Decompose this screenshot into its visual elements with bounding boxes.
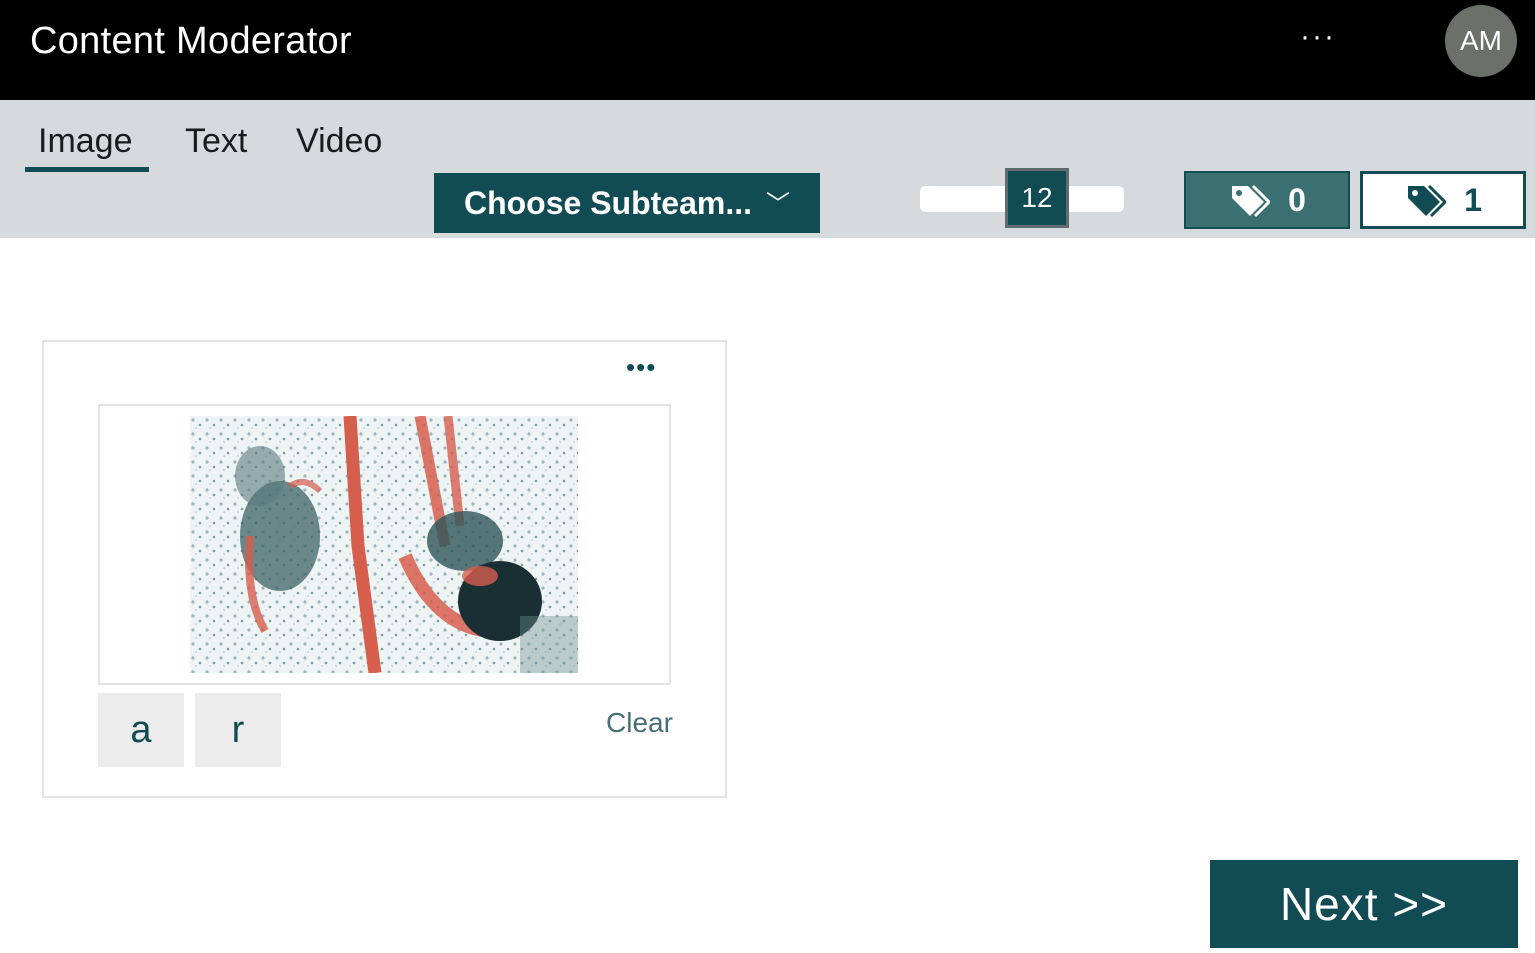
review-image[interactable] xyxy=(190,416,578,673)
tag-icon xyxy=(1228,182,1271,218)
untagged-count: 0 xyxy=(1288,181,1306,218)
app-title: Content Moderator xyxy=(30,20,352,62)
tab-image[interactable]: Image xyxy=(38,122,133,161)
tag-icon xyxy=(1404,182,1447,218)
tab-text[interactable]: Text xyxy=(185,122,247,161)
selected-tab-indicator xyxy=(25,167,149,172)
tag-key-r-button[interactable]: r xyxy=(195,693,281,767)
card-more-options-icon[interactable]: ••• xyxy=(626,354,656,380)
choose-subteam-dropdown[interactable]: Choose Subteam... ﹀ xyxy=(434,173,820,233)
tagged-filter-button[interactable]: 1 xyxy=(1360,171,1526,229)
subteam-label: Choose Subteam... xyxy=(463,184,753,221)
avatar[interactable]: AM xyxy=(1445,5,1517,77)
untagged-filter-button[interactable]: 0 xyxy=(1184,171,1350,229)
tagged-count: 1 xyxy=(1464,181,1482,218)
chevron-down-icon: ﹀ xyxy=(766,190,791,218)
next-button[interactable]: Next >> xyxy=(1210,860,1518,948)
clear-tags-link[interactable]: Clear xyxy=(606,707,673,739)
tab-video[interactable]: Video xyxy=(296,122,382,161)
slider-thumb[interactable]: 12 xyxy=(1005,168,1069,228)
more-options-icon[interactable]: ··· xyxy=(1300,20,1336,54)
tag-key-a-button[interactable]: a xyxy=(98,693,184,767)
